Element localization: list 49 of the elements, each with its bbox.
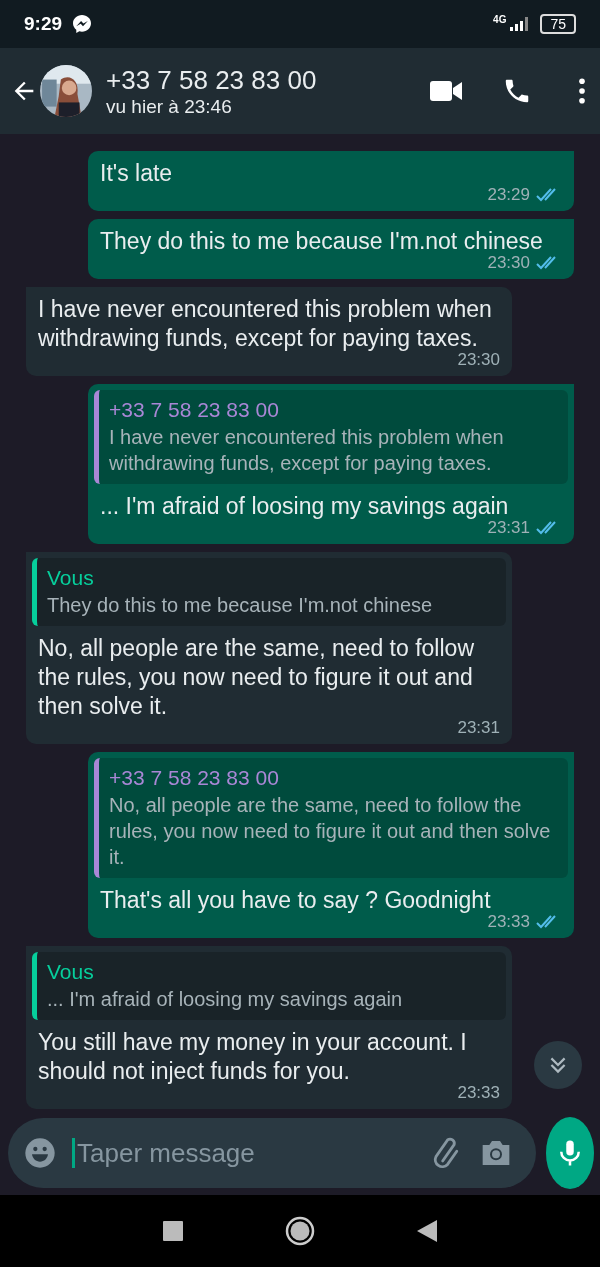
emoji-icon[interactable] [24,1137,56,1169]
more-options-icon[interactable] [578,78,586,104]
message-text: I have never encountered this problem when withdrawing funds, except for paying taxes. [38,295,493,353]
message-text: It's late [100,159,174,188]
quoted-message[interactable]: +33 7 58 23 83 00 I have never encountered this problem when withdrawing funds, except for paying taxes. [94,390,568,484]
sent-message-bubble[interactable]: They do this to me because I'm.not chinese 23:30 [88,219,574,279]
received-message-bubble[interactable]: Vous ... I'm afraid of loosing my savings again You still have my money in your account. I should not inject funds for you. 23:33 [26,946,512,1109]
message-time: 23:31 [457,718,500,738]
camera-icon[interactable] [480,1138,512,1168]
sent-message-bubble[interactable]: +33 7 58 23 83 00 I have never encountered this problem when withdrawing funds, except for paying taxes. ... I'm afraid of loosing my savings again 23:31 [88,384,574,544]
message-text: ... I'm afraid of loosing my savings again [100,492,510,521]
video-call-icon[interactable] [430,80,462,102]
quote-text: No, all people are the same, need to follow the rules, you now need to figure it out and then solve it. [109,793,552,870]
received-message-bubble[interactable]: I have never encountered this problem when withdrawing funds, except for paying taxes. 23:30 [26,287,512,376]
message-composer[interactable]: Taper message [8,1118,536,1188]
message-time: 23:33 [457,1083,500,1103]
message-text: You still have my money in your account. I should not inject funds for you. [38,1028,468,1086]
quoted-message[interactable]: +33 7 58 23 83 00 No, all people are the same, need to follow the rules, you now need to figure it out and then solve it. [94,758,568,878]
status-time: 9:29 [24,13,63,35]
battery-level: 75 [540,14,576,34]
quote-author: Vous [47,959,95,985]
back-icon[interactable] [417,1220,437,1242]
home-icon[interactable] [285,1216,315,1246]
message-time: 23:30 [487,253,530,273]
message-time: 23:30 [457,350,500,370]
sent-message-bubble[interactable]: +33 7 58 23 83 00 No, all people are the same, need to follow the rules, you now need to figure it out and then solve it. That's all you have to say ? Goodnight 23:33 [88,752,574,938]
quote-text: I have never encountered this problem when withdrawing funds, except for paying taxes. [109,425,505,476]
message-time: 23:31 [487,518,530,538]
contact-name[interactable]: +33 7 58 23 83 00 [106,64,390,96]
quoted-message[interactable]: Vous ... I'm afraid of loosing my savings again [32,952,506,1020]
signal-icon [508,17,531,31]
quoted-message[interactable]: Vous They do this to me because I'm.not chinese [32,558,506,626]
quote-author: +33 7 58 23 83 00 [109,397,280,423]
message-time: 23:33 [487,912,530,932]
message-text: That's all you have to say ? Goodnight [100,886,492,915]
quote-text: ... I'm afraid of loosing my savings again [47,987,404,1012]
sent-message-bubble[interactable]: It's late 23:29 [88,151,574,211]
last-seen: vu hier à 23:46 [106,96,233,118]
message-input-field[interactable]: Taper message [75,1136,414,1170]
quote-text: They do this to me because I'm.not chinese [47,593,434,618]
message-text: No, all people are the same, need to follow the rules, you now need to figure it out and then solve it. [38,634,475,721]
network-label: 4G [493,13,507,25]
quote-author: Vous [47,565,95,591]
message-time: 23:29 [487,185,530,205]
messenger-icon [72,14,93,34]
message-text: They do this to me because I'm.not chinese [100,227,544,256]
scroll-down-button[interactable] [534,1041,582,1089]
quote-author: +33 7 58 23 83 00 [109,765,280,791]
received-message-bubble[interactable]: Vous They do this to me because I'm.not chinese No, all people are the same, need to follow the rules, you now need to figure it out and then solve it. 23:31 [26,552,512,744]
